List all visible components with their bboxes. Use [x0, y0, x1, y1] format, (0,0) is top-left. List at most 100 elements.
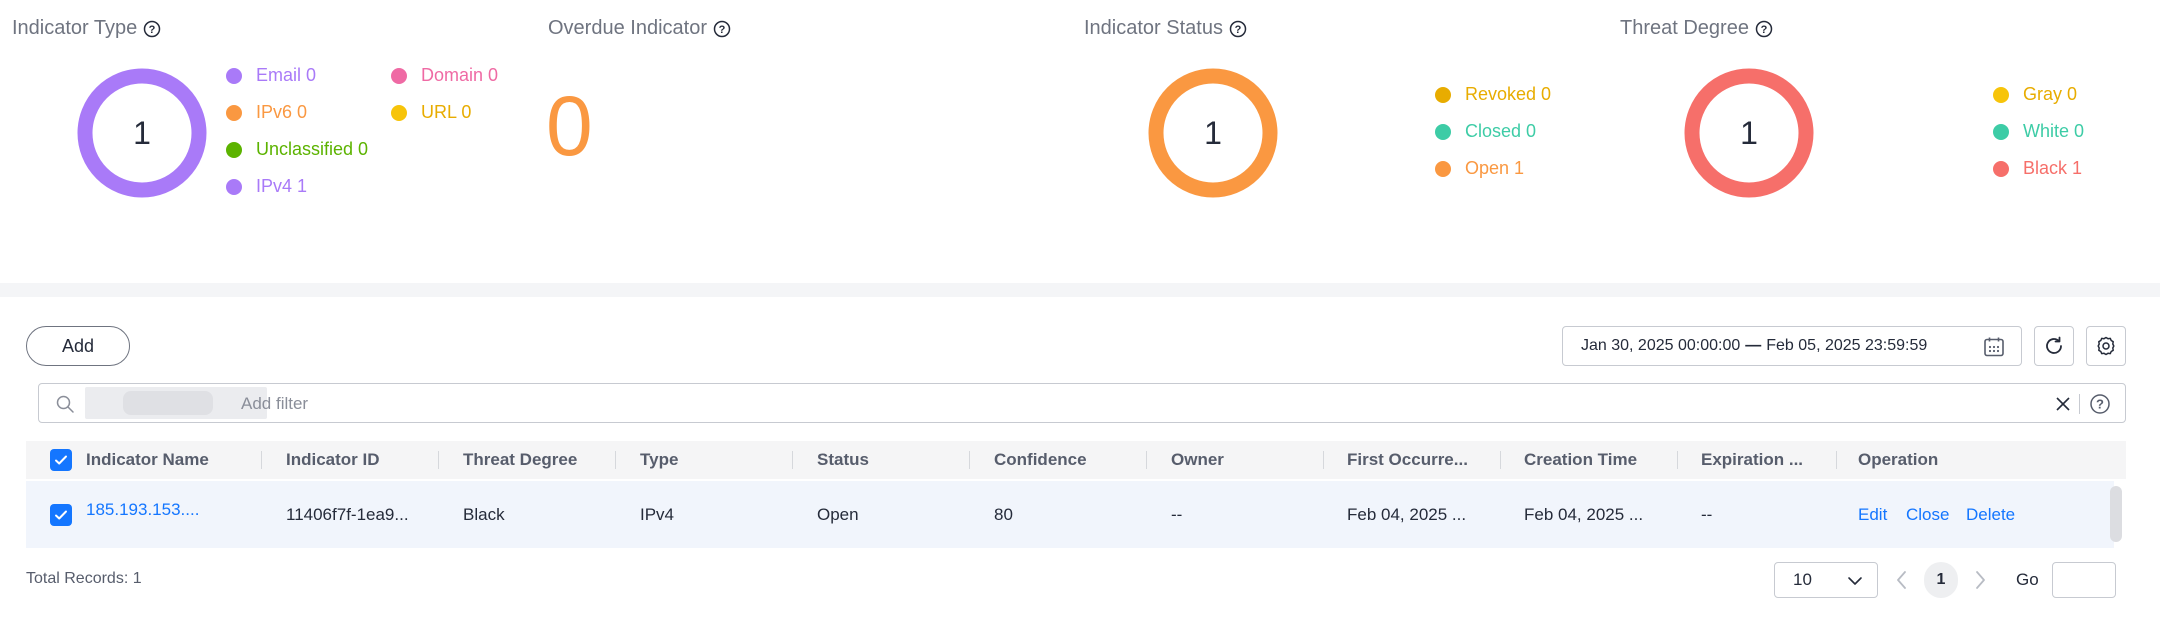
overdue-indicator-value: 0 [546, 79, 593, 173]
chevron-down-icon [1848, 577, 1862, 585]
go-page-input[interactable] [2052, 562, 2116, 598]
legend-gray[interactable]: Gray 0 [1993, 84, 2077, 105]
svg-text:?: ? [1761, 24, 1768, 36]
legend-open[interactable]: Open 1 [1435, 158, 1524, 179]
legend-dot [1993, 86, 2009, 103]
legend-dot [391, 67, 407, 84]
legend-label: Open 1 [1465, 158, 1525, 178]
legend-label: Gray 0 [2023, 84, 2078, 104]
svg-text:?: ? [149, 24, 156, 36]
column-type[interactable]: Type [640, 441, 678, 479]
legend-label: IPv6 0 [256, 102, 308, 122]
check-icon [55, 455, 67, 465]
column-confidence[interactable]: Confidence [994, 441, 1087, 479]
section-divider [0, 283, 2160, 297]
select-all-checkbox[interactable] [50, 449, 72, 471]
gear-icon [2097, 336, 2115, 356]
refresh-button[interactable] [2034, 326, 2074, 366]
date-end: Feb 05, 2025 23:59:59 [1766, 337, 1928, 354]
chevron-right-icon[interactable] [1970, 568, 1990, 592]
threat-degree-title: Threat Degree ? [1620, 17, 1773, 40]
filter-input[interactable]: Add filter [241, 394, 308, 414]
calendar-icon[interactable] [1983, 336, 2005, 358]
help-icon[interactable]: ? [143, 20, 161, 38]
column-divider [615, 451, 616, 469]
help-icon[interactable]: ? [2089, 393, 2111, 415]
legend-dot [1993, 123, 2009, 140]
delete-link[interactable]: Delete [1966, 505, 2015, 525]
table-scrollbar[interactable] [2110, 486, 2122, 542]
chevron-left-icon[interactable] [1892, 568, 1912, 592]
legend-url[interactable]: URL 0 [391, 102, 471, 123]
column-expiration[interactable]: Expiration ... [1701, 441, 1803, 479]
filter-chip[interactable] [85, 387, 267, 419]
legend-label: Closed 0 [1465, 121, 1537, 141]
legend-dot [1993, 160, 2009, 177]
threat-degree-title-text: Threat Degree [1620, 17, 1749, 39]
filter-bar[interactable]: Add filter ? [38, 383, 2126, 423]
column-threat-degree[interactable]: Threat Degree [463, 441, 577, 479]
legend-white[interactable]: White 0 [1993, 121, 2084, 142]
column-creation-time[interactable]: Creation Time [1524, 441, 1637, 479]
legend-dot [226, 67, 242, 84]
threat-degree-total: 1 [1740, 114, 1758, 151]
creation-time: Feb 04, 2025 ... [1524, 505, 1644, 524]
legend-ipv6[interactable]: IPv6 0 [226, 102, 307, 123]
legend-label: Black 1 [2023, 158, 2083, 178]
column-indicator-name[interactable]: Indicator Name [86, 441, 209, 479]
overdue-indicator-title-text: Overdue Indicator [548, 17, 707, 39]
help-icon[interactable]: ? [1755, 20, 1773, 38]
page-size-value: 10 [1793, 570, 1812, 589]
column-owner[interactable]: Owner [1171, 441, 1224, 479]
row-checkbox[interactable] [50, 504, 72, 526]
close-link[interactable]: Close [1906, 505, 1949, 525]
go-label: Go [2016, 570, 2039, 589]
legend-label: Email 0 [256, 65, 317, 85]
legend-closed[interactable]: Closed 0 [1435, 121, 1536, 142]
indicator-status-title-text: Indicator Status [1084, 17, 1223, 39]
confidence: 80 [994, 505, 1013, 524]
legend-email[interactable]: Email 0 [226, 65, 316, 86]
date-range-picker[interactable]: Jan 30, 2025 00:00:00 — Feb 05, 2025 23:… [1562, 326, 2022, 366]
legend-black[interactable]: Black 1 [1993, 158, 2082, 179]
column-divider [1836, 451, 1837, 469]
column-divider [1323, 451, 1324, 469]
legend-label: Revoked 0 [1465, 84, 1552, 104]
indicator-id: 11406f7f-1ea9... [286, 505, 409, 524]
column-first-occurred[interactable]: First Occurre... [1347, 441, 1468, 479]
help-icon[interactable]: ? [1229, 20, 1247, 38]
indicator-type-total: 1 [133, 114, 151, 151]
page-size-select[interactable]: 10 [1774, 562, 1878, 598]
search-icon [56, 395, 74, 413]
help-icon[interactable]: ? [713, 20, 731, 38]
first-occurred: Feb 04, 2025 ... [1347, 505, 1467, 524]
legend-dot [1435, 86, 1451, 103]
total-records: Total Records: 1 [26, 570, 142, 587]
legend-domain[interactable]: Domain 0 [391, 65, 498, 86]
page-number-current[interactable]: 1 [1924, 562, 1958, 598]
column-indicator-id[interactable]: Indicator ID [286, 441, 380, 479]
column-divider [1500, 451, 1501, 469]
overdue-indicator-title: Overdue Indicator ? [548, 17, 731, 40]
indicator-name-link[interactable]: 185.193.153.... [86, 500, 199, 520]
date-start: Jan 30, 2025 00:00:00 [1581, 337, 1741, 354]
table-row[interactable]: 185.193.153.... 11406f7f-1ea9... Black I… [26, 481, 2114, 548]
add-button[interactable]: Add [26, 326, 130, 366]
threat-degree: Black [463, 505, 505, 524]
edit-link[interactable]: Edit [1858, 505, 1887, 525]
date-separator: — [1745, 337, 1762, 354]
clear-icon[interactable] [2055, 396, 2071, 412]
legend-label: White 0 [2023, 121, 2085, 141]
indicator-status-title: Indicator Status ? [1084, 17, 1247, 40]
settings-button[interactable] [2086, 326, 2126, 366]
column-divider [969, 451, 970, 469]
legend-ipv4[interactable]: IPv4 1 [226, 176, 307, 197]
legend-unclassified[interactable]: Unclassified 0 [226, 139, 368, 160]
column-divider [261, 451, 262, 469]
column-status[interactable]: Status [817, 441, 869, 479]
legend-revoked[interactable]: Revoked 0 [1435, 84, 1551, 105]
legend-dot [226, 104, 242, 121]
legend-label: Unclassified 0 [256, 139, 369, 159]
indicator-type-title-text: Indicator Type [12, 17, 138, 39]
legend-dot [226, 141, 242, 158]
